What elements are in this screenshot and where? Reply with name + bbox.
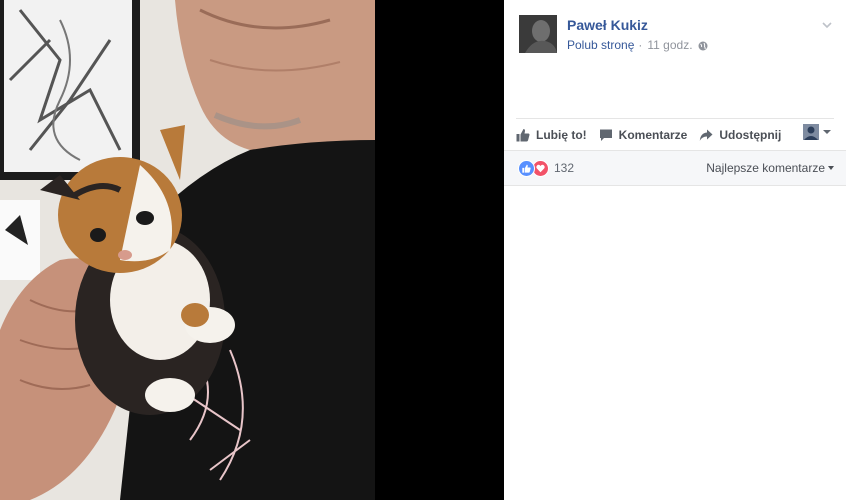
share-button-label: Udostępnij: [719, 127, 782, 142]
like-button[interactable]: Lubię to!: [516, 128, 587, 142]
like-page-link[interactable]: Polub stronę: [567, 38, 634, 52]
avatar-image: [519, 15, 557, 53]
post-side-panel: Paweł Kukiz Polub stronę · 11 godz. Lubi…: [504, 0, 846, 500]
comment-sort-dropdown[interactable]: Najlepsze komentarze: [706, 161, 834, 175]
reactions-bar: 132 Najlepsze komentarze: [504, 150, 846, 186]
photo-kitten-illustration: [0, 0, 375, 500]
comment-button-label: Komentarze: [618, 127, 688, 142]
user-avatar: [803, 124, 819, 140]
post-header: Paweł Kukiz Polub stronę · 11 godz.: [504, 0, 846, 70]
comment-sort-label: Najlepsze komentarze: [706, 161, 825, 175]
caret-down-icon: [828, 166, 834, 170]
chevron-down-icon[interactable]: [820, 18, 834, 32]
post-actions-bar: Lubię to! Komentarze Udostępnij: [516, 118, 834, 150]
share-as-selector[interactable]: [803, 124, 832, 140]
like-reaction-icon: [518, 160, 535, 177]
page-name-link[interactable]: Paweł Kukiz: [567, 17, 648, 33]
post-meta: Polub stronę · 11 godz.: [567, 38, 708, 52]
thumbs-up-icon: [516, 128, 530, 141]
like-button-label: Lubię to!: [536, 127, 587, 142]
post-time-link[interactable]: 11 godz.: [647, 38, 692, 52]
comment-button[interactable]: Komentarze: [599, 127, 688, 142]
caret-down-icon: [823, 130, 831, 134]
reaction-count[interactable]: 132: [554, 161, 574, 175]
page-avatar[interactable]: [519, 15, 557, 53]
globe-icon[interactable]: [698, 40, 708, 51]
share-button[interactable]: Udostępnij: [699, 128, 781, 142]
comment-icon: [599, 129, 612, 141]
reaction-icons[interactable]: [518, 160, 549, 177]
share-icon: [700, 129, 713, 141]
photo-viewer[interactable]: [0, 0, 504, 500]
post-photo[interactable]: [0, 0, 375, 500]
meta-separator: ·: [638, 38, 643, 52]
